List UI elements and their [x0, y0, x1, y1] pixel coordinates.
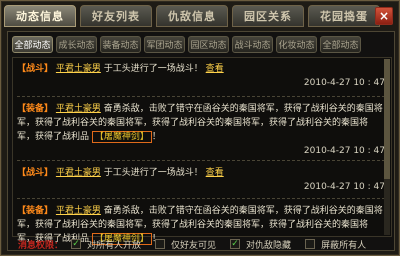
- view-battle-link[interactable]: 查看: [206, 168, 224, 178]
- close-button[interactable]: ×: [375, 7, 393, 25]
- permission-label: 消息权限：: [18, 240, 64, 251]
- entry-text: 于工头进行了一场战斗！: [103, 168, 203, 178]
- entry-timestamp: 2010-4-27 10 : 47: [303, 146, 385, 156]
- tab-enemy-info[interactable]: 仇敌信息: [156, 5, 228, 27]
- tab-friend-list[interactable]: 好友列表: [80, 5, 152, 27]
- entry-tag: 【装备】: [17, 206, 54, 216]
- subtab-park[interactable]: 园区动态: [188, 36, 229, 53]
- tab-dynamic-info[interactable]: 动态信息: [4, 5, 76, 27]
- entry-text-end: ！: [151, 132, 161, 142]
- divider: [17, 198, 385, 199]
- entry-timestamp: 2010-4-27 10 : 47: [303, 78, 385, 88]
- player-name-link[interactable]: 平君土豪男: [56, 64, 101, 74]
- divider: [17, 96, 385, 97]
- subtab-all[interactable]: 全部动态: [12, 36, 53, 53]
- subtab-makeup[interactable]: 化妆动态: [276, 36, 317, 53]
- tab-garden-mischief[interactable]: 花园捣蛋: [308, 5, 380, 27]
- log-entry: 【战斗】 平君土豪男 于工头进行了一场战斗！ 查看: [17, 62, 385, 76]
- option-block-all[interactable]: 屏蔽所有人: [305, 238, 366, 251]
- filter-tab-bar: 全部动态 成长动态 装备动态 军团动态 园区动态 战斗动态 化妆动态 全部动态: [12, 36, 361, 53]
- checkbox-empty[interactable]: [155, 239, 166, 249]
- permission-bar: 消息权限： ✓ 对所有人开放 仅好友可见 ✓ 对仇敌隐藏 屏蔽所有人: [8, 238, 394, 251]
- player-name-link[interactable]: 平君土豪男: [56, 168, 101, 178]
- entry-tag: 【战斗】: [17, 64, 54, 74]
- entry-timestamp: 2010-4-27 10 : 47: [303, 182, 385, 192]
- option-label: 对仇敌隐藏: [246, 240, 292, 251]
- check-icon[interactable]: ✓: [71, 239, 82, 249]
- view-battle-link[interactable]: 查看: [206, 64, 224, 74]
- log-entry: 【战斗】 平君土豪男 于工头进行了一场战斗！ 查看: [17, 166, 385, 180]
- subtab-battle[interactable]: 战斗动态: [232, 36, 273, 53]
- scrollbar-thumb[interactable]: [384, 59, 390, 179]
- subtab-growth[interactable]: 成长动态: [56, 36, 97, 53]
- close-icon: ×: [378, 9, 390, 23]
- log-entry: 【装备】 平君土豪男 奋勇杀敌，击败了错守在函谷关的秦国将军，获得了战利谷关的秦…: [17, 102, 385, 144]
- option-label: 对所有人开放: [87, 240, 142, 251]
- check-icon[interactable]: ✓: [230, 239, 241, 249]
- option-public[interactable]: ✓ 对所有人开放: [71, 238, 141, 251]
- top-tab-bar: 动态信息 好友列表 仇敌信息 园区关系 花园捣蛋: [4, 5, 380, 29]
- player-name-link[interactable]: 平君土豪男: [56, 104, 101, 114]
- entry-tag: 【装备】: [17, 104, 54, 114]
- subtab-all-2[interactable]: 全部动态: [320, 36, 361, 53]
- option-label: 仅好友可见: [171, 240, 217, 251]
- divider: [17, 160, 385, 161]
- entry-tag: 【战斗】: [17, 168, 54, 178]
- option-hide-enemies[interactable]: ✓ 对仇敌隐藏: [230, 238, 291, 251]
- subtab-legion[interactable]: 军团动态: [144, 36, 185, 53]
- content-panel: 全部动态 成长动态 装备动态 军团动态 园区动态 战斗动态 化妆动态 全部动态 …: [7, 31, 395, 251]
- tab-park-relations[interactable]: 园区关系: [232, 5, 304, 27]
- subtab-equipment[interactable]: 装备动态: [100, 36, 141, 53]
- dynamic-info-window: 动态信息 好友列表 仇敌信息 园区关系 花园捣蛋 × 全部动态 成长动态 装备动…: [0, 0, 400, 256]
- entry-text: 于工头进行了一场战斗！: [103, 64, 203, 74]
- scrollbar[interactable]: [384, 59, 390, 235]
- item-link[interactable]: 【屠魔神剑】: [91, 131, 152, 143]
- activity-log[interactable]: 【战斗】 平君土豪男 于工头进行了一场战斗！ 查看 2010-4-27 10 :…: [12, 57, 392, 245]
- option-friends-only[interactable]: 仅好友可见: [155, 238, 216, 251]
- option-label: 屏蔽所有人: [321, 240, 367, 251]
- player-name-link[interactable]: 平君土豪男: [56, 206, 101, 216]
- checkbox-empty[interactable]: [305, 239, 316, 249]
